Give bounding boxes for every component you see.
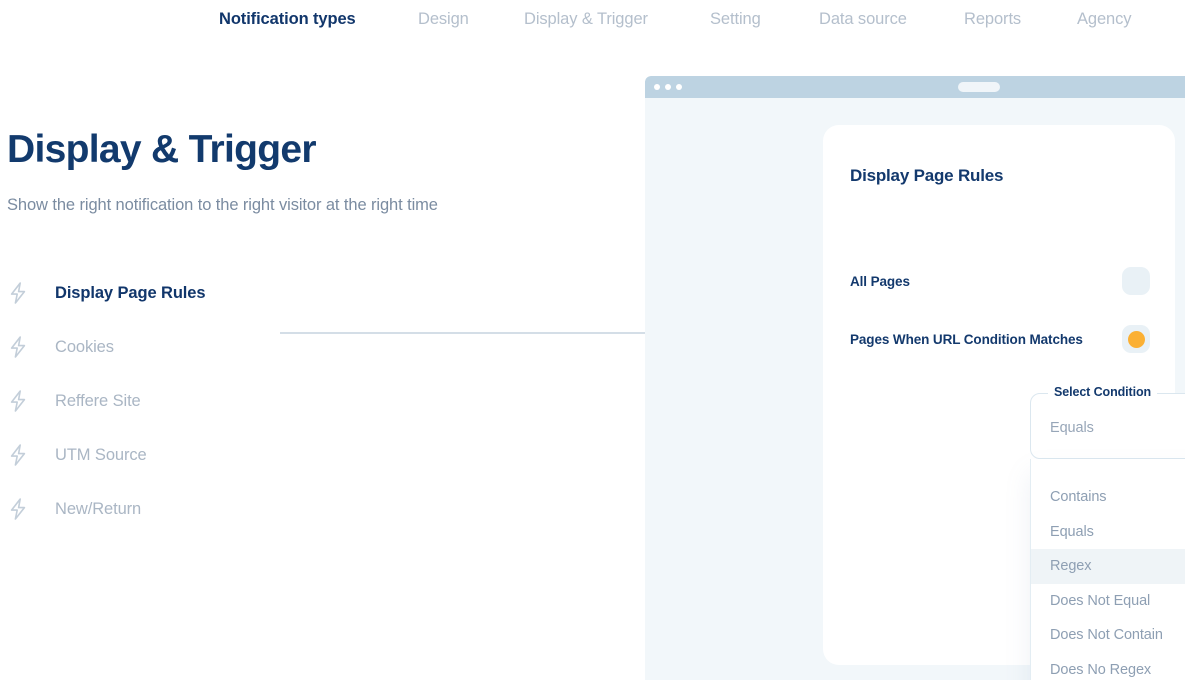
select-condition-legend: Select Condition bbox=[1048, 385, 1158, 399]
select-condition-dropdown[interactable]: Contains Equals Regex Does Not Equal Doe… bbox=[1030, 459, 1185, 680]
select-condition-value: Equals bbox=[1050, 420, 1094, 436]
rules-list: Display Page Rules Cookies Reffere Site … bbox=[0, 266, 645, 536]
browser-url-bar bbox=[958, 82, 1000, 92]
dropdown-option-equals[interactable]: Equals bbox=[1031, 515, 1185, 550]
rule-item-utm-source[interactable]: UTM Source bbox=[0, 428, 645, 482]
nav-item-setting[interactable]: Setting bbox=[710, 10, 761, 29]
select-condition-field[interactable]: Select Condition Equals bbox=[1030, 385, 1185, 459]
option-label-url-condition: Pages When URL Condition Matches bbox=[850, 331, 1083, 347]
rule-item-label: Display Page Rules bbox=[55, 283, 206, 302]
page-title: Display & Trigger bbox=[7, 128, 317, 171]
nav-item-agency[interactable]: Agency bbox=[1077, 10, 1132, 29]
lightning-bolt-icon bbox=[10, 282, 26, 304]
radio-toggle-url-condition[interactable] bbox=[1122, 325, 1150, 353]
radio-toggle-all-pages[interactable] bbox=[1122, 267, 1150, 295]
dropdown-option-does-no-regex[interactable]: Does No Regex bbox=[1031, 653, 1185, 680]
lightning-bolt-icon bbox=[10, 390, 26, 412]
display-page-rules-card: Display Page Rules All Pages Pages When … bbox=[823, 125, 1185, 680]
dropdown-option-contains[interactable]: Contains bbox=[1031, 480, 1185, 515]
dropdown-option-does-not-contain[interactable]: Does Not Contain bbox=[1031, 618, 1185, 653]
lightning-bolt-icon bbox=[10, 336, 26, 358]
left-panel: Display & Trigger Show the right notific… bbox=[0, 52, 645, 680]
lightning-bolt-icon bbox=[10, 444, 26, 466]
nav-item-reports[interactable]: Reports bbox=[964, 10, 1021, 29]
window-close-dot-icon bbox=[654, 84, 660, 90]
rule-item-reffere-site[interactable]: Reffere Site bbox=[0, 374, 645, 428]
card-title: Display Page Rules bbox=[850, 166, 1004, 185]
rule-item-new-return[interactable]: New/Return bbox=[0, 482, 645, 536]
nav-item-data-source[interactable]: Data source bbox=[819, 10, 907, 29]
nav-item-display-trigger[interactable]: Display & Trigger bbox=[524, 10, 648, 29]
browser-preview-mockup: Display Page Rules All Pages Pages When … bbox=[645, 76, 1185, 680]
browser-window-dots bbox=[654, 84, 682, 90]
option-label-all-pages: All Pages bbox=[850, 273, 910, 289]
rule-item-display-page-rules[interactable]: Display Page Rules bbox=[0, 266, 645, 320]
window-minimize-dot-icon bbox=[665, 84, 671, 90]
rule-item-label: UTM Source bbox=[55, 445, 147, 464]
option-row-all-pages[interactable]: All Pages bbox=[850, 267, 1150, 295]
rule-item-label: Reffere Site bbox=[55, 391, 141, 410]
dropdown-option-does-not-equal[interactable]: Does Not Equal bbox=[1031, 584, 1185, 619]
dropdown-option-list: Contains Equals Regex Does Not Equal Doe… bbox=[1031, 459, 1185, 680]
dropdown-option-regex[interactable]: Regex bbox=[1031, 549, 1185, 584]
radio-selected-dot-icon bbox=[1127, 330, 1145, 348]
option-row-url-condition[interactable]: Pages When URL Condition Matches bbox=[850, 325, 1150, 353]
window-maximize-dot-icon bbox=[676, 84, 682, 90]
top-nav: Notification types Design Display & Trig… bbox=[0, 0, 1185, 52]
nav-item-notification-types[interactable]: Notification types bbox=[219, 10, 356, 29]
rule-item-cookies[interactable]: Cookies bbox=[0, 320, 645, 374]
page-subtitle: Show the right notification to the right… bbox=[7, 196, 438, 214]
nav-item-design[interactable]: Design bbox=[418, 10, 469, 29]
browser-chrome-bar bbox=[645, 76, 1185, 98]
active-rule-divider bbox=[280, 332, 645, 334]
rule-item-label: Cookies bbox=[55, 337, 114, 356]
lightning-bolt-icon bbox=[10, 498, 26, 520]
rule-item-label: New/Return bbox=[55, 499, 142, 518]
